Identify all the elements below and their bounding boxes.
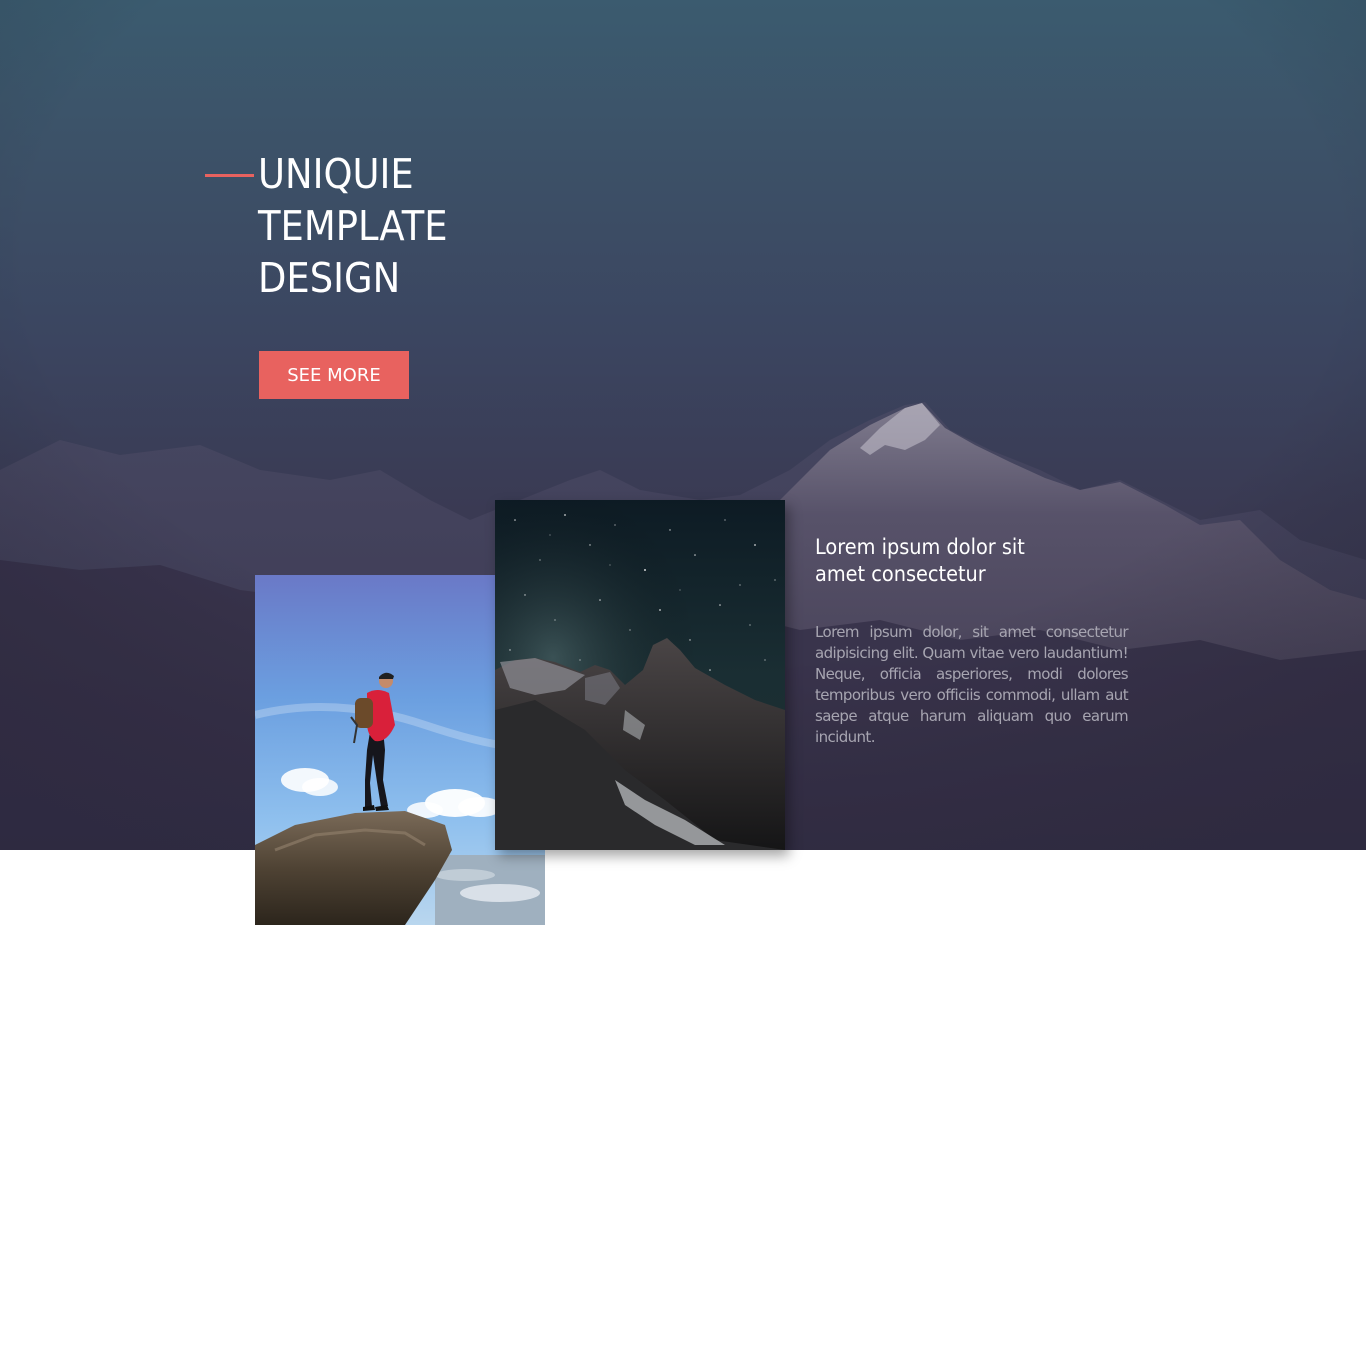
hero-title-line: TEMPLATE [258,202,448,250]
title-accent-line [205,174,254,177]
feature-heading-line: Lorem ipsum dolor sit [815,535,1025,559]
hero-title-line: UNIQUIE [258,150,414,198]
night-photo [495,500,785,850]
landing-page: UNIQUIE TEMPLATE DESIGN SEE MORE Lorem i… [0,0,1366,1350]
feature-heading: Lorem ipsum dolor sit amet consectetur [815,534,1109,588]
see-more-button[interactable]: SEE MORE [259,351,409,399]
hero-title-line: DESIGN [258,254,401,302]
feature-body-text: Lorem ipsum dolor, sit amet consectetur … [815,623,1129,746]
feature-heading-line: amet consectetur [815,562,986,586]
hero-title: UNIQUIE TEMPLATE DESIGN [258,148,448,304]
